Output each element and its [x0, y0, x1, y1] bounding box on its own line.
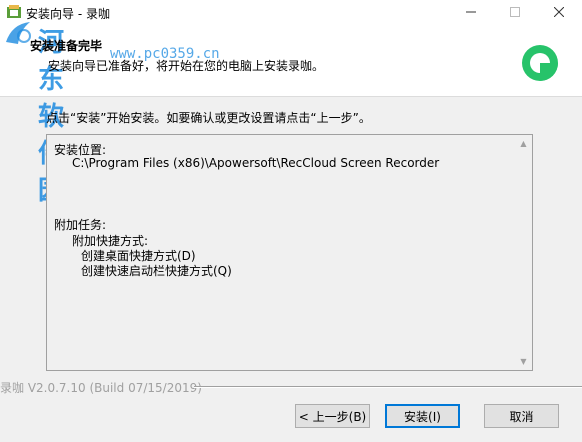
maximize-button[interactable] — [492, 0, 538, 24]
task-quicklaunch-shortcut: 创建快速启动栏快捷方式(Q) — [81, 264, 232, 278]
version-label: 录咖 V2.0.7.10 (Build 07/15/2019) — [0, 381, 202, 395]
close-button[interactable] — [536, 0, 582, 24]
reccloud-logo-icon — [522, 45, 558, 81]
window-title: 安装向导 - 录咖 — [26, 7, 110, 21]
back-button[interactable]: < 上一步(B) — [295, 404, 370, 428]
minimize-button[interactable] — [448, 0, 494, 24]
footer-divider — [194, 386, 582, 388]
instruction-text: 点击“安装”开始安装。如要确认或更改设置请点击“上一步”。 — [46, 111, 371, 125]
summary-box[interactable]: 安装位置: C:\Program Files (x86)\Apowersoft\… — [46, 134, 533, 371]
install-button[interactable]: 安装(I) — [385, 404, 460, 428]
page-title: 安装准备完毕 — [30, 39, 103, 53]
scroll-up-icon[interactable]: ▲ — [515, 135, 532, 152]
location-value: C:\Program Files (x86)\Apowersoft\RecClo… — [72, 156, 440, 170]
minimize-icon — [466, 11, 476, 13]
cancel-button[interactable]: 取消 — [484, 404, 559, 428]
wizard-header: 河东软件园 www.pc0359.cn 安装准备完毕 安装向导已准备好，将开始在… — [0, 22, 582, 206]
close-icon — [554, 7, 564, 17]
page-subtitle: 安装向导已准备好，将开始在您的电脑上安装录咖。 — [48, 59, 325, 73]
tasks-label: 附加任务: — [54, 218, 107, 232]
scroll-down-icon[interactable]: ▼ — [515, 353, 532, 370]
summary-scrollbar[interactable]: ▲ ▼ — [515, 135, 532, 370]
maximize-icon — [510, 7, 520, 17]
title-bar: 安装向导 - 录咖 — [0, 0, 582, 24]
